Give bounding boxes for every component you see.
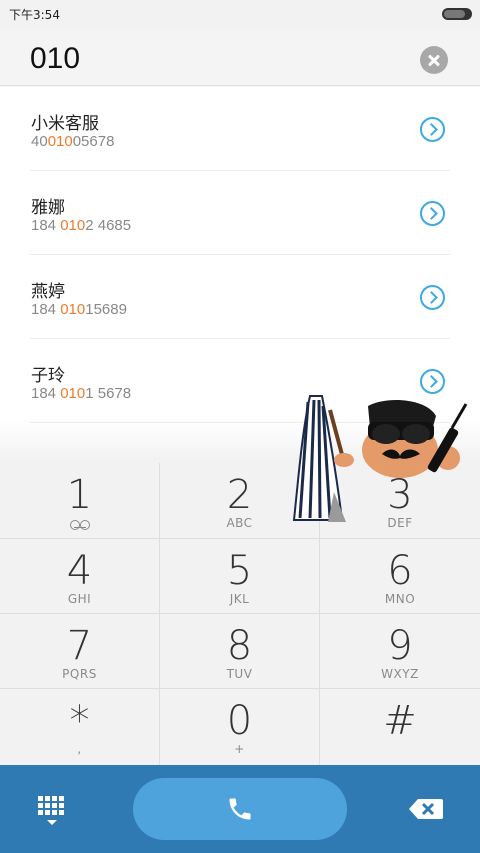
contact-detail-icon[interactable] bbox=[420, 369, 445, 394]
key-6[interactable]: 6 MNO bbox=[320, 538, 480, 613]
dialpad-icon[interactable] bbox=[38, 796, 66, 826]
match-highlight: 010 bbox=[47, 133, 73, 150]
contact-detail-icon[interactable] bbox=[420, 117, 445, 142]
key-letters: + bbox=[234, 742, 245, 756]
key-letters: JKL bbox=[229, 592, 250, 606]
key-0[interactable]: 0 + bbox=[160, 688, 320, 765]
key-digit: 4 bbox=[66, 548, 93, 594]
key-digit: 8 bbox=[226, 623, 253, 669]
backspace-icon[interactable] bbox=[408, 797, 444, 821]
key-digit: # bbox=[383, 698, 417, 744]
key-digit: 7 bbox=[66, 623, 93, 669]
status-bar: 下午3:54 bbox=[0, 0, 480, 28]
contact-number: 184 01015689 bbox=[31, 301, 127, 318]
key-letters: TUV bbox=[226, 667, 253, 681]
contact-result-row[interactable]: 雅娜 184 0102 4685 bbox=[0, 171, 480, 255]
contact-name: 燕婷 bbox=[31, 282, 65, 302]
contact-detail-icon[interactable] bbox=[420, 285, 445, 310]
key-5[interactable]: 5 JKL bbox=[160, 538, 320, 613]
key-9[interactable]: 9 WXYZ bbox=[320, 613, 480, 688]
key-digit: 0 bbox=[226, 698, 253, 744]
mascot-illustration bbox=[292, 395, 468, 522]
key-letters: MNO bbox=[384, 592, 416, 606]
key-digit: * bbox=[69, 698, 90, 744]
key-4[interactable]: 4 GHI bbox=[0, 538, 160, 613]
contact-number: 4001005678 bbox=[31, 133, 115, 150]
key-1[interactable]: 1 bbox=[0, 463, 160, 538]
key-digit: 1 bbox=[66, 472, 93, 518]
key-letters: GHI bbox=[67, 592, 92, 606]
voicemail-icon bbox=[70, 520, 90, 530]
status-time: 下午3:54 bbox=[9, 8, 60, 22]
contact-name: 雅娜 bbox=[31, 198, 65, 218]
match-highlight: 010 bbox=[60, 301, 86, 318]
key-digit: 6 bbox=[387, 548, 413, 594]
contact-result-row[interactable]: 小米客服 4001005678 bbox=[0, 87, 480, 171]
match-highlight: 010 bbox=[60, 217, 86, 234]
contact-number: 184 0102 4685 bbox=[31, 217, 132, 234]
bottom-action-bar bbox=[0, 765, 480, 853]
battery-icon bbox=[442, 8, 472, 20]
phone-icon bbox=[229, 798, 251, 820]
contact-detail-icon[interactable] bbox=[420, 201, 445, 226]
clear-icon[interactable] bbox=[420, 46, 448, 74]
dialed-number-input[interactable]: 010 bbox=[30, 42, 80, 76]
contact-name: 子玲 bbox=[31, 366, 65, 386]
key-8[interactable]: 8 TUV bbox=[160, 613, 320, 688]
dial-input-bar: 010 bbox=[0, 28, 480, 86]
key-7[interactable]: 7 PQRS bbox=[0, 613, 160, 688]
key-digit: 9 bbox=[387, 623, 413, 669]
key-letters: , bbox=[77, 742, 82, 756]
key-star[interactable]: * , bbox=[0, 688, 160, 765]
call-button[interactable] bbox=[133, 778, 347, 840]
contact-name: 小米客服 bbox=[31, 114, 99, 134]
key-letters: WXYZ bbox=[381, 667, 419, 681]
contact-number: 184 0101 5678 bbox=[31, 385, 132, 402]
key-letters: PQRS bbox=[62, 667, 97, 681]
match-highlight: 010 bbox=[60, 385, 86, 402]
contact-result-row[interactable]: 燕婷 184 01015689 bbox=[0, 255, 480, 339]
key-hash[interactable]: # bbox=[320, 688, 480, 765]
key-digit: 5 bbox=[226, 548, 253, 594]
